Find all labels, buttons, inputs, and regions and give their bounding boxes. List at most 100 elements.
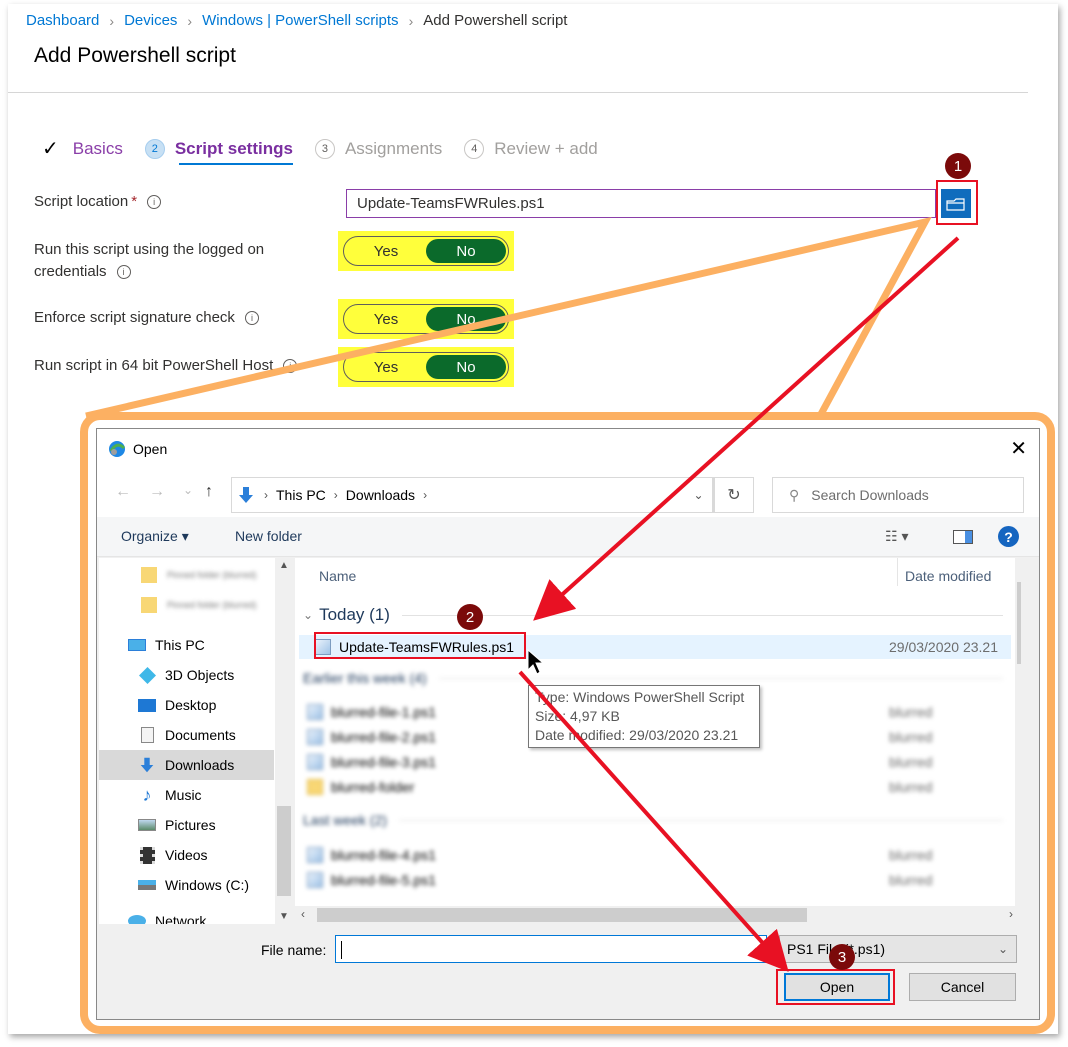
address-dropdown-icon[interactable]: ⌄	[684, 477, 714, 513]
forward-arrow-icon[interactable]: →	[149, 483, 165, 501]
folder-icon	[307, 779, 323, 795]
nav-item-downloads[interactable]: Downloads	[99, 750, 274, 780]
64bit-host-toggle[interactable]: Yes No	[343, 352, 509, 382]
scroll-up-icon[interactable]: ▲	[1019, 564, 1021, 575]
callout-badge-3: 3	[829, 944, 855, 970]
group-header-last-week[interactable]: Last week (2)	[303, 812, 1003, 828]
edge-browser-icon	[109, 441, 126, 457]
info-icon[interactable]: i	[147, 195, 162, 210]
toggle-highlight: Yes No	[338, 299, 514, 339]
column-header-name[interactable]: Name	[319, 568, 356, 584]
tab-script-settings[interactable]: 2 Script settings	[144, 138, 294, 165]
nav-pane-scrollbar[interactable]: ▲ ▼	[275, 558, 293, 924]
toggle-no[interactable]: No	[426, 239, 506, 263]
logged-on-credentials-toggle[interactable]: Yes No	[343, 236, 509, 266]
up-arrow-icon[interactable]: ↑	[205, 483, 213, 501]
nav-item-windows-c[interactable]: Windows (C:)	[99, 870, 274, 900]
script-location-label: Script location * i	[34, 191, 162, 213]
file-date: blurred	[889, 847, 933, 863]
preview-pane-icon[interactable]	[953, 530, 973, 544]
nav-item-music[interactable]: ♪ Music	[99, 780, 274, 810]
dialog-toolbar: Organize ▾ New folder ☷ ▾ ?	[97, 517, 1039, 557]
recent-locations-icon[interactable]: ⌄	[183, 483, 193, 497]
toggle-yes[interactable]: Yes	[346, 239, 426, 263]
group-label: Last week (2)	[303, 812, 388, 828]
videos-icon	[137, 846, 157, 864]
breadcrumb-dashboard[interactable]: Dashboard	[26, 12, 99, 29]
view-options-icon[interactable]: ☷ ▾	[885, 528, 908, 545]
group-header-today[interactable]: ⌄ Today (1)	[303, 605, 1003, 625]
help-icon[interactable]: ?	[998, 526, 1019, 547]
dialog-titlebar: Open ✕	[97, 429, 1039, 469]
info-icon[interactable]: i	[244, 311, 259, 326]
file-row[interactable]: blurred-file-5.ps1 blurred	[307, 868, 1019, 892]
file-name-input[interactable]	[335, 935, 767, 963]
nav-item-network[interactable]: Network	[99, 906, 274, 924]
file-row[interactable]: blurred-folder blurred	[307, 775, 1019, 799]
tab-assignments[interactable]: 3 Assignments	[314, 138, 442, 165]
scrollbar-thumb[interactable]	[1017, 582, 1021, 664]
file-name-dropdown-icon[interactable]: ⌄	[747, 935, 767, 963]
nav-item-3d-objects[interactable]: 3D Objects	[99, 660, 274, 690]
signature-check-toggle[interactable]: Yes No	[343, 304, 509, 334]
info-icon[interactable]: i	[116, 265, 131, 280]
tooltip-size: Size: 4,97 KB	[535, 708, 620, 724]
script-location-input[interactable]	[346, 189, 936, 218]
tab-label: Basics	[72, 138, 123, 158]
file-list-scrollbar[interactable]: ▲ ▼	[1015, 558, 1021, 906]
powershell-file-icon	[307, 754, 323, 770]
scrollbar-thumb[interactable]	[277, 806, 291, 896]
refresh-icon[interactable]: ↻	[714, 477, 754, 513]
wizard-steps: ✓ Basics 2 Script settings 3 Assignments…	[42, 136, 620, 167]
toggle-yes[interactable]: Yes	[346, 307, 426, 331]
network-icon	[127, 912, 147, 924]
nav-item-pinned[interactable]: Pinned folder (blurred)	[99, 590, 274, 620]
dialog-navbar: ← → ⌄ ↑ › This PC › Downloads › ⌄ ↻ ⚲ Se…	[97, 469, 1039, 517]
breadcrumb-powershell-scripts[interactable]: Windows | PowerShell scripts	[202, 12, 398, 29]
nav-item-pinned[interactable]: Pinned folder (blurred)	[99, 560, 274, 590]
column-header-date-modified[interactable]: Date modified	[905, 568, 991, 584]
nav-item-videos[interactable]: Videos	[99, 840, 274, 870]
close-icon[interactable]: ✕	[1010, 439, 1027, 459]
group-label: Earlier this week (4)	[303, 670, 427, 686]
nav-item-documents[interactable]: Documents	[99, 720, 274, 750]
drive-icon	[137, 876, 157, 894]
toggle-yes[interactable]: Yes	[346, 355, 426, 379]
toggle-no[interactable]: No	[426, 307, 506, 331]
back-arrow-icon[interactable]: ←	[115, 483, 131, 501]
checkmark-icon: ✓	[42, 138, 59, 160]
horizontal-scrollbar[interactable]: ‹ ›	[295, 906, 1021, 924]
file-row[interactable]: blurred-file-4.ps1 blurred	[307, 843, 1019, 867]
nav-item-pictures[interactable]: Pictures	[99, 810, 274, 840]
chevron-down-icon: ⌄	[997, 942, 1008, 956]
file-row[interactable]: blurred-file-3.ps1 blurred	[307, 750, 1019, 774]
address-downloads[interactable]: Downloads	[346, 487, 415, 503]
address-bar[interactable]: › This PC › Downloads ›	[231, 477, 713, 513]
address-this-pc[interactable]: This PC	[276, 487, 326, 503]
breadcrumb-devices[interactable]: Devices	[124, 12, 177, 29]
file-date: blurred	[889, 779, 933, 795]
nav-item-desktop[interactable]: Desktop	[99, 690, 274, 720]
scrollbar-thumb[interactable]	[317, 908, 807, 922]
group-header-earlier-this-week[interactable]: Earlier this week (4)	[303, 670, 1003, 686]
nav-item-label: Pinned folder (blurred)	[167, 600, 257, 610]
scroll-up-icon[interactable]: ▲	[279, 560, 289, 571]
info-icon[interactable]: i	[283, 359, 298, 374]
chevron-right-icon: ›	[333, 488, 338, 502]
new-folder-button[interactable]: New folder	[235, 528, 302, 544]
organize-button[interactable]: Organize ▾	[121, 528, 189, 545]
file-date: blurred	[889, 754, 933, 770]
search-downloads-input[interactable]: ⚲ Search Downloads	[772, 477, 1024, 513]
nav-item-this-pc[interactable]: This PC	[99, 630, 274, 660]
scroll-right-icon[interactable]: ›	[1009, 907, 1013, 921]
toggle-no[interactable]: No	[426, 355, 506, 379]
tab-basics[interactable]: ✓ Basics	[42, 136, 123, 167]
file-name: blurred-folder	[331, 779, 415, 795]
scroll-left-icon[interactable]: ‹	[301, 907, 305, 921]
signature-check-label: Enforce script signature check i	[34, 307, 259, 329]
scroll-down-icon[interactable]: ▼	[1019, 893, 1021, 904]
tab-review-add[interactable]: 4 Review + add	[464, 138, 598, 165]
scroll-down-icon[interactable]: ▼	[279, 911, 289, 922]
cancel-button[interactable]: Cancel	[909, 973, 1016, 1001]
file-type-filter[interactable]: PS1 File (*.ps1) ⌄	[779, 935, 1017, 963]
